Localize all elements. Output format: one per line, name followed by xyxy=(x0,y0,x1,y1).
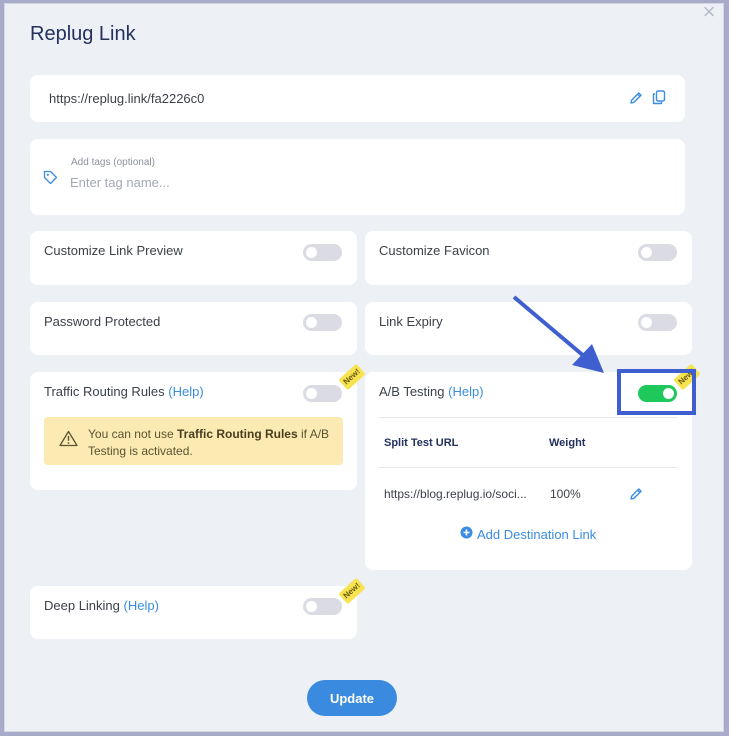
deep-linking-help-link[interactable]: (Help) xyxy=(124,598,159,613)
add-destination-label: Add Destination Link xyxy=(477,526,597,542)
ab-testing-label: A/B Testing (Help) xyxy=(379,384,484,399)
divider xyxy=(379,417,678,418)
deep-linking-label: Deep Linking (Help) xyxy=(44,598,159,613)
link-expiry-toggle[interactable] xyxy=(638,314,677,331)
copy-icon[interactable] xyxy=(652,90,666,110)
warning-icon xyxy=(59,430,78,452)
deep-linking-toggle[interactable] xyxy=(303,598,342,615)
ab-testing-help-link[interactable]: (Help) xyxy=(448,384,483,399)
warning-bold: Traffic Routing Rules xyxy=(176,427,298,441)
new-badge: New! xyxy=(338,577,366,605)
new-badge: New! xyxy=(338,363,366,391)
password-protected-card: Password Protected xyxy=(30,302,357,355)
link-expiry-card: Link Expiry xyxy=(365,302,692,355)
customize-favicon-label: Customize Favicon xyxy=(379,243,490,258)
traffic-routing-warning: You can not use Traffic Routing Rules if… xyxy=(44,417,343,465)
password-protected-label: Password Protected xyxy=(44,314,161,329)
divider xyxy=(379,467,678,468)
update-button[interactable]: Update xyxy=(307,680,397,716)
weight-header: Weight xyxy=(549,437,586,449)
tag-icon xyxy=(43,170,58,190)
traffic-routing-title: Traffic Routing Rules xyxy=(44,384,165,399)
modal-title: Replug Link xyxy=(30,23,136,45)
ab-testing-title: A/B Testing xyxy=(379,384,445,399)
split-test-url-cell: https://blog.replug.io/soci... xyxy=(384,487,527,501)
split-test-url-header: Split Test URL xyxy=(384,437,459,449)
annotation-highlight xyxy=(617,369,696,415)
link-url-card: https://replug.link/fa2226c0 xyxy=(30,75,685,122)
customize-link-preview-toggle[interactable] xyxy=(303,244,342,261)
customize-favicon-card: Customize Favicon xyxy=(365,231,692,285)
warning-message: You can not use Traffic Routing Rules if… xyxy=(88,426,338,460)
edit-pencil-icon[interactable] xyxy=(629,487,643,506)
traffic-routing-label: Traffic Routing Rules (Help) xyxy=(44,384,204,399)
link-expiry-label: Link Expiry xyxy=(379,314,443,329)
traffic-routing-help-link[interactable]: (Help) xyxy=(168,384,203,399)
pencil-icon[interactable] xyxy=(629,91,643,110)
link-url: https://replug.link/fa2226c0 xyxy=(49,91,205,106)
customize-link-preview-label: Customize Link Preview xyxy=(44,243,183,258)
customize-favicon-toggle[interactable] xyxy=(638,244,677,261)
tag-name-input[interactable] xyxy=(70,175,370,190)
plus-circle-icon xyxy=(460,526,473,542)
traffic-routing-card: Traffic Routing Rules (Help) New! You ca… xyxy=(30,363,366,490)
traffic-routing-toggle[interactable] xyxy=(303,385,342,402)
replug-link-modal: × Replug Link https://replug.link/fa2226… xyxy=(4,1,724,732)
close-icon[interactable]: × xyxy=(699,1,719,24)
tags-label: Add tags (optional) xyxy=(71,157,155,168)
customize-link-preview-card: Customize Link Preview xyxy=(30,231,357,285)
warning-prefix: You can not use xyxy=(88,427,174,441)
add-destination-link[interactable]: Add Destination Link xyxy=(460,526,596,542)
tags-card: Add tags (optional) xyxy=(30,139,685,215)
deep-linking-title: Deep Linking xyxy=(44,598,120,613)
weight-cell: 100% xyxy=(550,487,581,501)
password-protected-toggle[interactable] xyxy=(303,314,342,331)
deep-linking-card: Deep Linking (Help) New! xyxy=(30,577,366,639)
